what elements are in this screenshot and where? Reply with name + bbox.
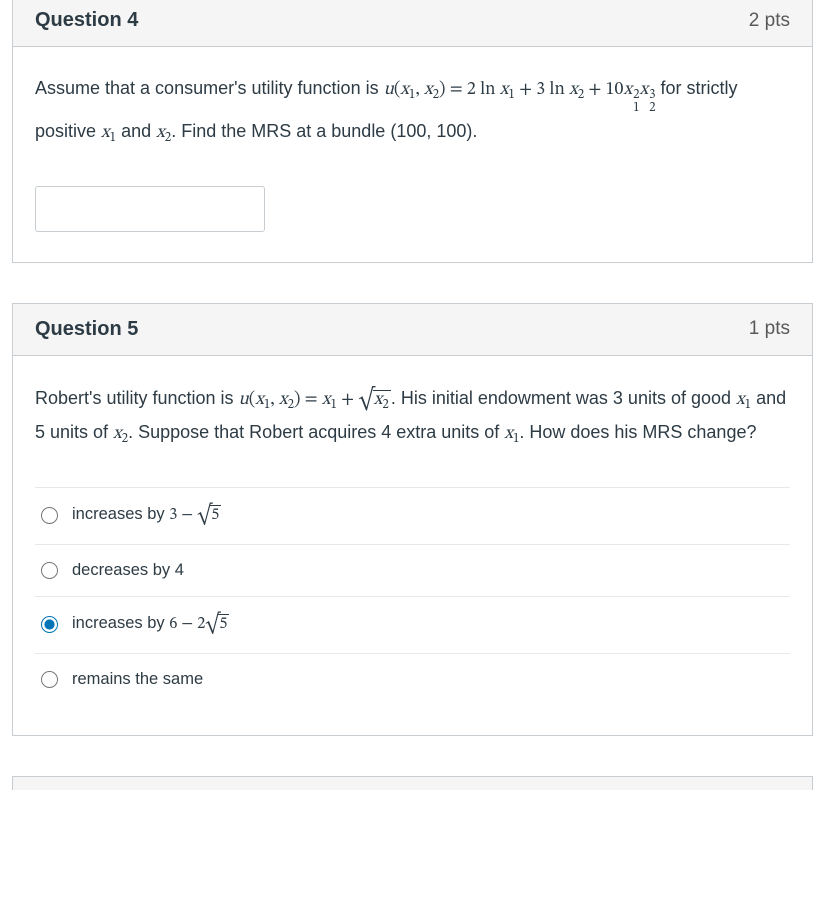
prompt-text: . How does his MRS change? xyxy=(519,422,756,442)
radio-option-a[interactable] xyxy=(41,507,58,524)
prompt-text: Assume that a consumer's utility functio… xyxy=(35,78,384,98)
question-points: 1 pts xyxy=(749,318,790,340)
answer-input[interactable] xyxy=(35,186,265,232)
question-body: Robert's utility function is u(x1, x2) =… xyxy=(13,356,812,735)
question-title: Question 4 xyxy=(35,9,138,32)
question-body: Assume that a consumer's utility functio… xyxy=(13,47,812,262)
option-label: increases by 3 − √5 xyxy=(72,504,221,528)
math-var: x2 xyxy=(113,425,128,443)
radio-option-d[interactable] xyxy=(41,671,58,688)
math-var: x1 xyxy=(504,425,519,443)
question-prompt: Assume that a consumer's utility functio… xyxy=(35,73,790,150)
question-prompt: Robert's utility function is u(x1, x2) =… xyxy=(35,382,790,451)
answer-options: increases by 3 − √5 decreases by 4 incre… xyxy=(35,487,790,705)
question-header: Question 5 1 pts xyxy=(13,304,812,356)
math-expression: u(x1, x2) = x1 + √x2 xyxy=(239,391,391,409)
math-var: x1 xyxy=(101,124,116,142)
radio-option-c[interactable] xyxy=(41,616,58,633)
option-label: decreases by 4 xyxy=(72,561,184,580)
option-label: increases by 6 − 2√5 xyxy=(72,613,229,637)
math-expression: 6 − 2√5 xyxy=(169,615,229,632)
option-label: remains the same xyxy=(72,670,203,689)
option-c[interactable]: increases by 6 − 2√5 xyxy=(35,596,790,653)
prompt-text: . His initial endowment was 3 units of g… xyxy=(391,388,736,408)
math-var: x2 xyxy=(156,124,171,142)
question-points: 2 pts xyxy=(749,10,790,32)
option-d[interactable]: remains the same xyxy=(35,653,790,705)
question-5: Question 5 1 pts Robert's utility functi… xyxy=(12,303,813,736)
prompt-text: and xyxy=(121,121,156,141)
math-expression: u(x1, x2) = 2 ln x1 + 3 ln x2 + 10x21x32 xyxy=(384,81,656,99)
prompt-text: . Suppose that Robert acquires 4 extra u… xyxy=(128,422,504,442)
radio-option-b[interactable] xyxy=(41,562,58,579)
question-title: Question 5 xyxy=(35,318,138,341)
math-var: x1 xyxy=(736,391,751,409)
option-text: increases by xyxy=(72,505,169,523)
question-4: Question 4 2 pts Assume that a consumer'… xyxy=(12,0,813,263)
option-a[interactable]: increases by 3 − √5 xyxy=(35,487,790,544)
math-expression: 3 − √5 xyxy=(169,506,221,523)
next-question-stub xyxy=(12,776,813,790)
option-text: increases by xyxy=(72,614,169,632)
option-b[interactable]: decreases by 4 xyxy=(35,544,790,596)
question-header: Question 4 2 pts xyxy=(13,0,812,47)
prompt-text: Robert's utility function is xyxy=(35,388,239,408)
prompt-text: . Find the MRS at a bundle (100, 100). xyxy=(171,121,477,141)
